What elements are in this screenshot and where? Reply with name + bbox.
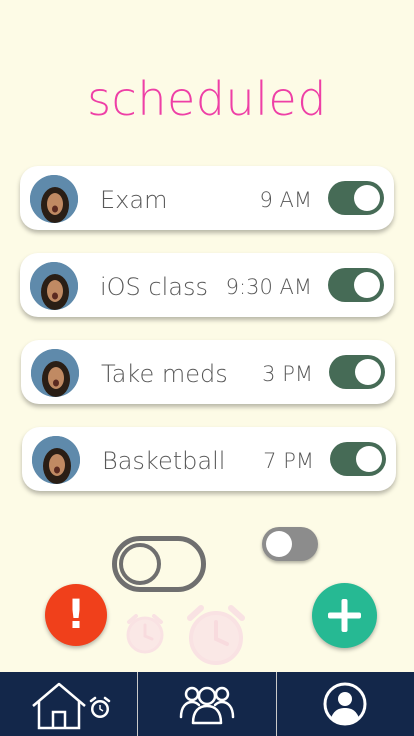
avatar <box>32 436 80 484</box>
alarm-clock-icon <box>122 610 168 660</box>
toggle-knob <box>266 531 292 557</box>
toggle-knob <box>355 359 381 385</box>
alarm-time: 7 PM <box>263 449 314 473</box>
alert-button[interactable]: ! <box>45 584 107 646</box>
profile-icon <box>323 682 367 726</box>
tab-groups[interactable] <box>138 672 277 736</box>
alarm-toggle[interactable] <box>328 268 384 302</box>
alarm-name: Exam <box>100 186 168 214</box>
toggle-knob <box>354 185 380 211</box>
large-toggle[interactable] <box>112 536 206 592</box>
page-title: scheduled <box>87 72 327 126</box>
alarm-time: 9 AM <box>259 188 312 212</box>
small-toggle[interactable] <box>262 527 318 561</box>
alarm-toggle[interactable] <box>329 355 385 389</box>
add-alarm-button[interactable] <box>312 583 377 648</box>
alarm-card[interactable]: iOS class 9:30 AM <box>20 253 394 317</box>
toggle-knob <box>356 446 382 472</box>
tab-bar <box>0 672 414 736</box>
alarm-card[interactable]: Basketball 7 PM <box>22 427 396 491</box>
tab-home[interactable] <box>0 672 139 736</box>
home-alarm-icon <box>31 682 110 730</box>
toggle-knob <box>354 272 380 298</box>
alarm-card[interactable]: Take meds 3 PM <box>21 340 395 404</box>
alarm-toggle[interactable] <box>330 442 386 476</box>
alarm-name: iOS class <box>100 273 208 301</box>
tab-profile[interactable] <box>277 672 414 736</box>
alarm-name: Take meds <box>101 360 228 388</box>
plus-icon <box>328 599 361 632</box>
alarm-card[interactable]: Exam 9 AM <box>20 166 394 230</box>
avatar <box>31 349 79 397</box>
avatar <box>30 262 78 310</box>
alarm-name: Basketball <box>102 447 226 475</box>
alarm-clock-icon <box>182 602 250 670</box>
group-icon <box>179 686 235 725</box>
alarm-time: 3 PM <box>262 362 313 386</box>
toggle-knob <box>119 543 161 585</box>
alarm-toggle[interactable] <box>328 181 384 215</box>
exclamation-icon: ! <box>66 592 86 638</box>
avatar <box>30 175 78 223</box>
alarm-time: 9:30 AM <box>225 275 312 299</box>
